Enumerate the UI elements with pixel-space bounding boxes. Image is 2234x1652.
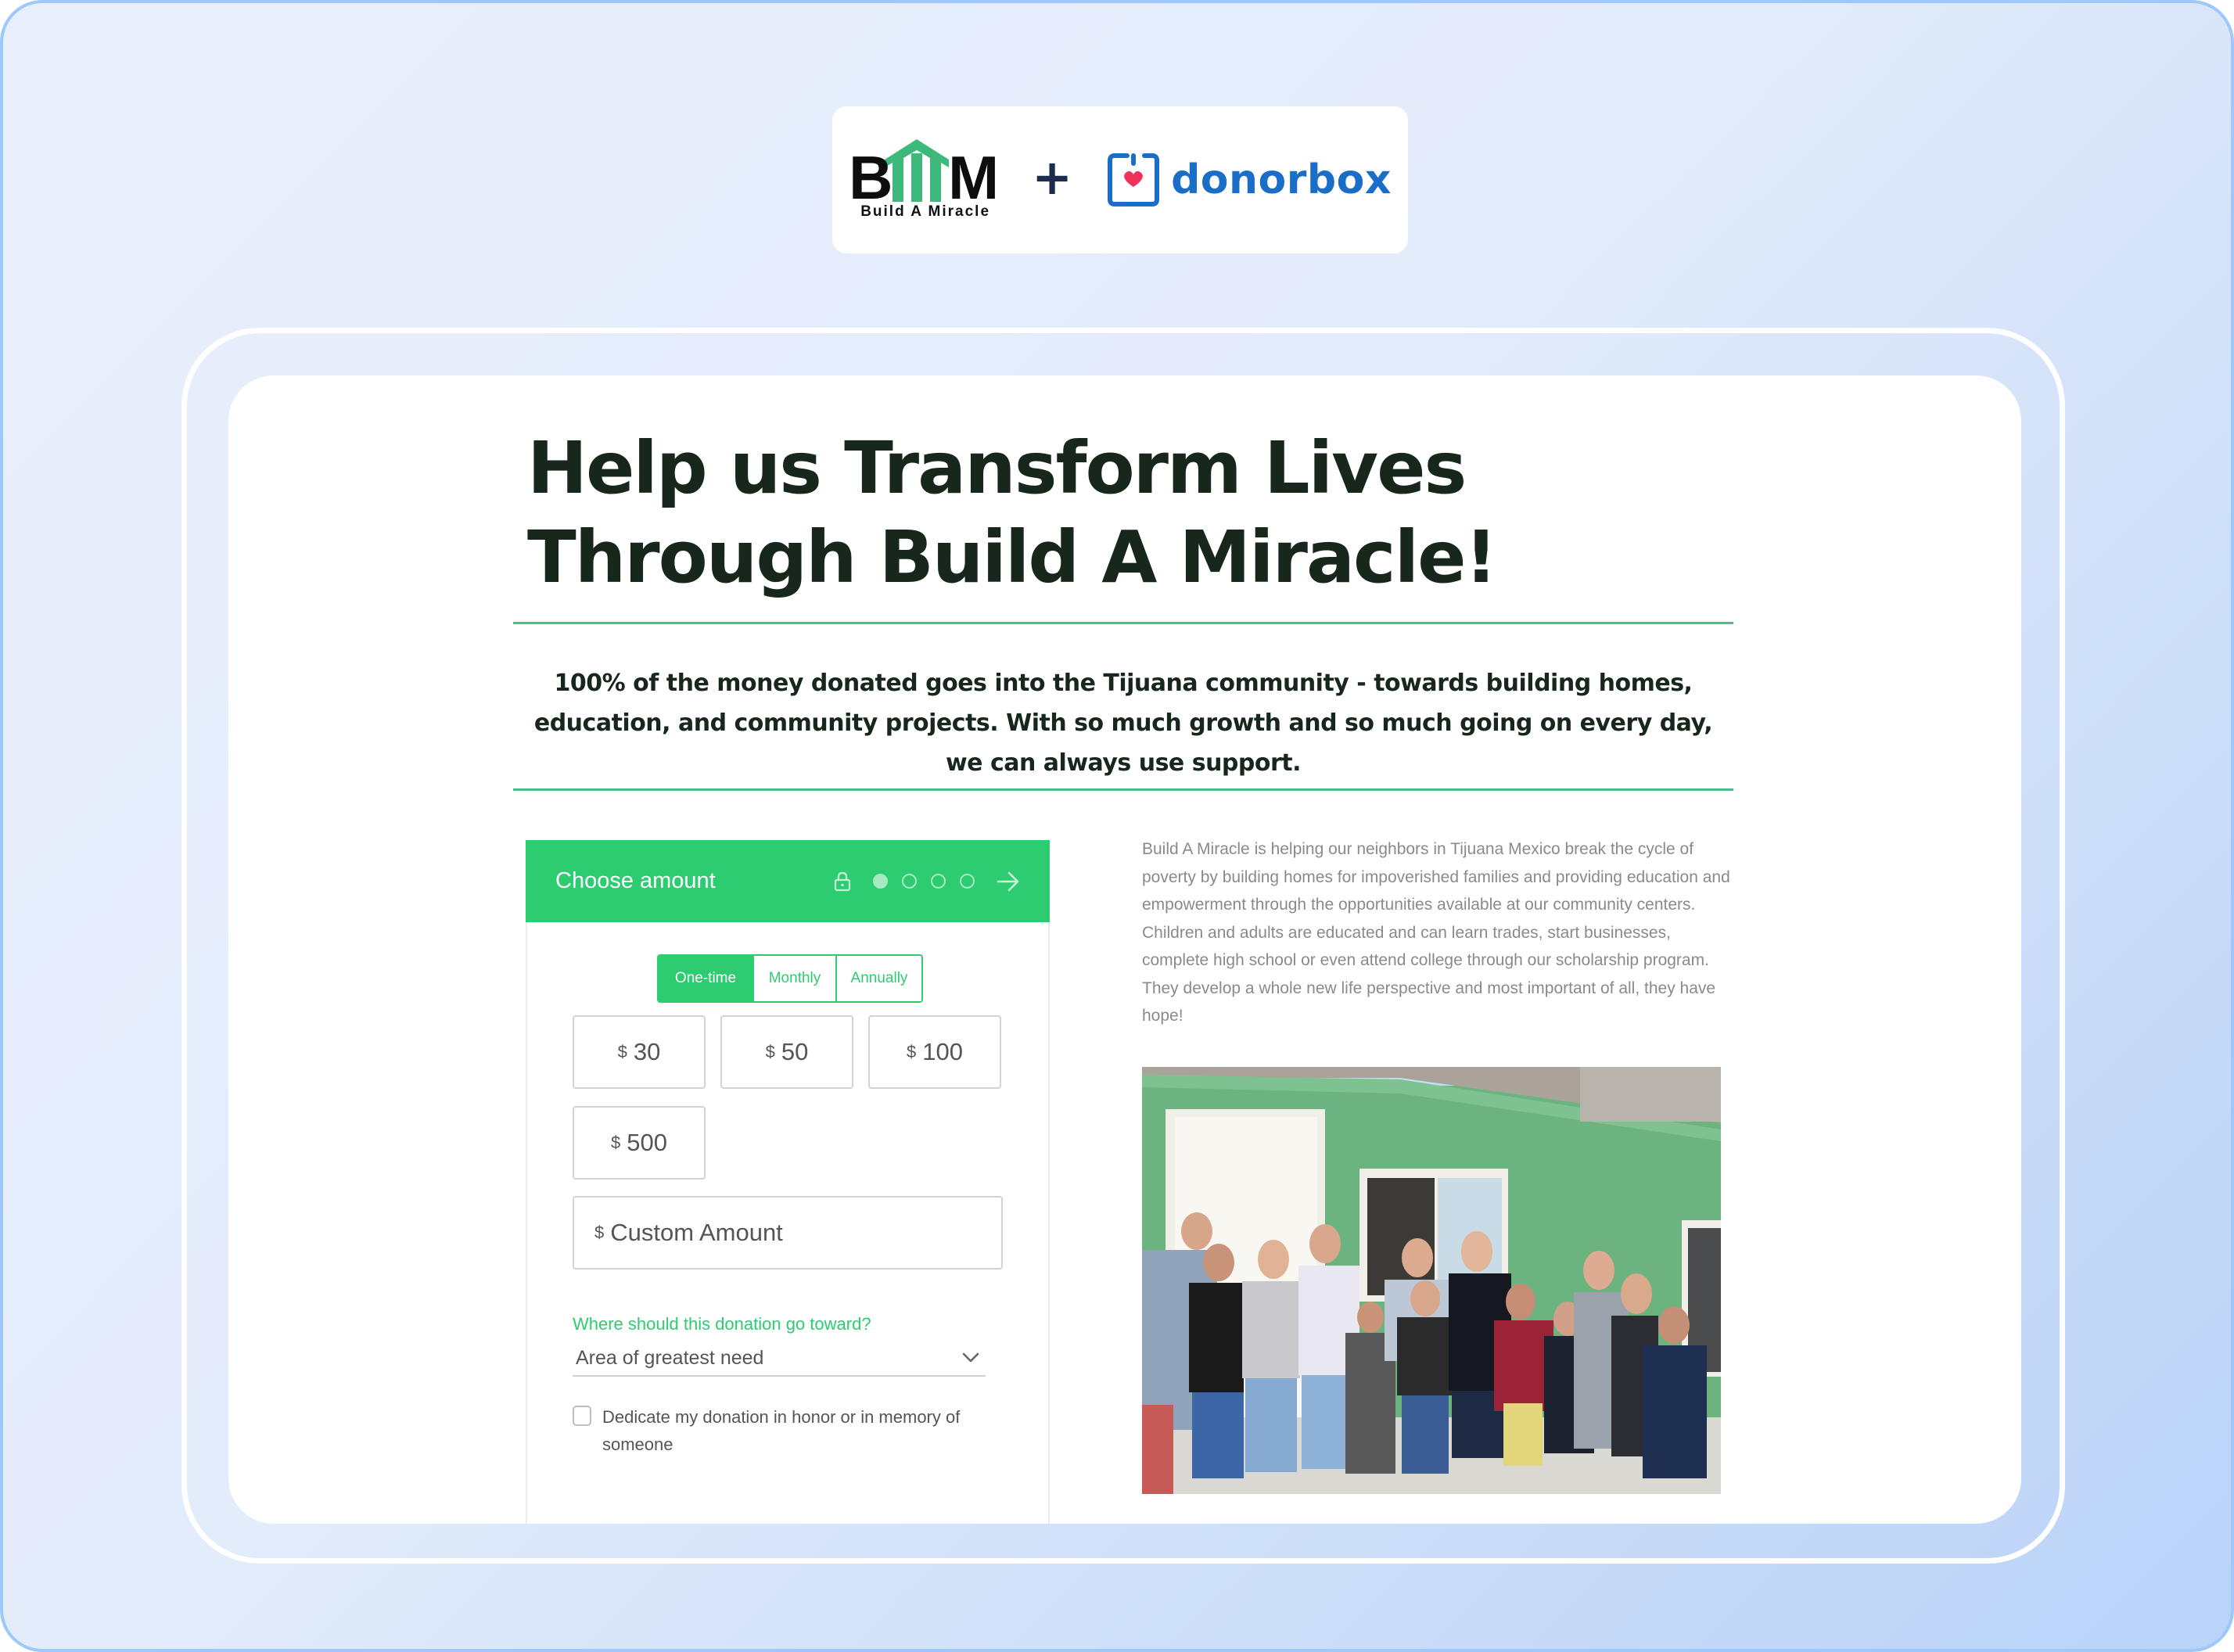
currency-symbol: $ xyxy=(594,1223,605,1242)
amount-button-50[interactable]: $ 50 xyxy=(720,1015,853,1089)
bam-letter-m: M xyxy=(948,143,999,212)
currency-symbol: $ xyxy=(765,1042,775,1061)
step-dot-3 xyxy=(931,874,946,889)
form-step-title: Choose amount xyxy=(555,868,716,893)
currency-symbol: $ xyxy=(907,1042,917,1061)
donation-page-panel: Help us Transform Lives Through Build A … xyxy=(228,375,2021,1524)
page-headline: Help us Transform Lives Through Build A … xyxy=(527,426,1497,599)
dedicate-label: Dedicate my donation in honor or in memo… xyxy=(602,1407,961,1454)
intro-text: 100% of the money donated goes into the … xyxy=(533,670,1713,777)
about-text: Build A Miracle is helping our neighbors… xyxy=(1142,840,1730,1025)
frequency-monthly[interactable]: Monthly xyxy=(752,956,835,1001)
amount-button-30[interactable]: $ 30 xyxy=(573,1015,706,1089)
step-indicator xyxy=(873,874,975,889)
amount-button-100[interactable]: $ 100 xyxy=(868,1015,1001,1089)
donorbox-logo: donorbox xyxy=(1107,153,1392,207)
frequency-one-time[interactable]: One-time xyxy=(659,956,752,1001)
donation-form-header: Choose amount xyxy=(526,840,1050,922)
divider-bottom xyxy=(513,788,1733,791)
bam-letter-b: B xyxy=(849,143,893,212)
partner-logos-card: B M Build A Miracle + donorbox xyxy=(832,106,1408,253)
bam-letters: B M xyxy=(849,143,999,212)
bam-caption: Build A Miracle xyxy=(860,203,991,220)
designation-selected-value: Area of greatest need xyxy=(576,1346,764,1369)
amount-value: 100 xyxy=(922,1038,963,1065)
amount-button-500[interactable]: $ 500 xyxy=(573,1106,706,1180)
donorbox-wordmark: donorbox xyxy=(1171,156,1392,203)
arrow-right-icon[interactable] xyxy=(997,871,1020,892)
designation-select[interactable]: Area of greatest need xyxy=(573,1341,986,1377)
plus-separator: + xyxy=(1032,149,1073,206)
divider-top xyxy=(513,622,1733,624)
dedicate-checkbox[interactable] xyxy=(573,1406,591,1426)
chevron-down-icon xyxy=(962,1352,979,1363)
step-dot-1 xyxy=(873,874,888,889)
frequency-annually[interactable]: Annually xyxy=(835,956,921,1001)
step-dot-4 xyxy=(960,874,975,889)
amount-value: 500 xyxy=(627,1129,667,1156)
amount-value: 30 xyxy=(633,1038,661,1065)
background-frame: B M Build A Miracle + donorbox Help us T… xyxy=(0,0,2234,1652)
currency-symbol: $ xyxy=(611,1133,621,1152)
volunteers-group-photo xyxy=(1142,1067,1721,1494)
custom-amount-field: $ xyxy=(573,1196,1003,1270)
amount-value: 50 xyxy=(781,1038,809,1065)
currency-symbol: $ xyxy=(617,1042,627,1061)
donorbox-heart-box-icon xyxy=(1108,153,1160,206)
donation-form: Choose amount One-time Monthly Annually … xyxy=(526,840,1050,1524)
build-a-miracle-logo: B M Build A Miracle xyxy=(849,138,999,222)
designation-label: Where should this donation go toward? xyxy=(573,1314,871,1334)
custom-amount-input[interactable] xyxy=(610,1219,971,1247)
step-dot-2 xyxy=(902,874,917,889)
dedicate-option: Dedicate my donation in honor or in memo… xyxy=(573,1403,1011,1458)
lock-icon xyxy=(834,871,851,891)
frequency-toggle: One-time Monthly Annually xyxy=(657,954,923,1003)
